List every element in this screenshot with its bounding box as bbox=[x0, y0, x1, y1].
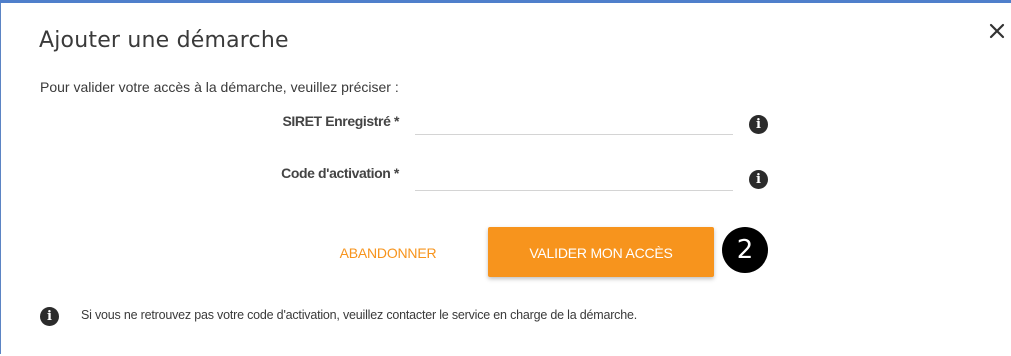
activation-code-label: Code d'activation * bbox=[281, 165, 399, 181]
step-badge: 2 bbox=[722, 227, 768, 273]
siret-input[interactable] bbox=[415, 109, 733, 135]
close-icon bbox=[989, 23, 1005, 39]
abandon-button[interactable]: ABANDONNER bbox=[319, 227, 457, 277]
dialog-title: Ajouter une démarche bbox=[39, 28, 289, 53]
close-button[interactable] bbox=[983, 17, 1011, 45]
notice-text: Si vous ne retrouvez pas votre code d'ac… bbox=[81, 308, 638, 322]
add-procedure-dialog: Ajouter une démarche Pour valider votre … bbox=[0, 0, 1011, 354]
info-icon[interactable]: i bbox=[749, 115, 768, 134]
activation-code-input[interactable] bbox=[415, 165, 733, 191]
validate-access-button[interactable]: VALIDER MON ACCÈS bbox=[488, 227, 714, 277]
info-icon[interactable]: i bbox=[749, 170, 768, 189]
dialog-intro: Pour valider votre accès à la démarche, … bbox=[40, 79, 399, 95]
siret-label: SIRET Enregistré * bbox=[282, 113, 399, 129]
info-icon: i bbox=[40, 307, 59, 326]
